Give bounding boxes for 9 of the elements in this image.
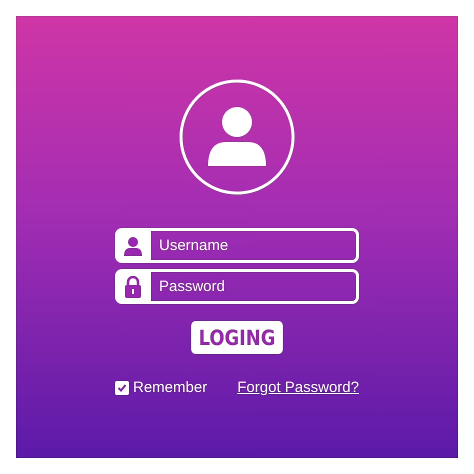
user-icon	[124, 236, 142, 256]
password-field[interactable]: Password	[151, 269, 359, 304]
lock-icon	[124, 276, 142, 298]
remember-checkbox[interactable]	[115, 380, 129, 394]
login-button[interactable]: LOGING	[191, 321, 283, 354]
user-avatar-icon	[178, 78, 296, 196]
username-field[interactable]: Username	[151, 228, 359, 263]
forgot-password-link[interactable]: Forgot Password?	[237, 379, 359, 396]
remember-label: Remember	[133, 379, 208, 396]
